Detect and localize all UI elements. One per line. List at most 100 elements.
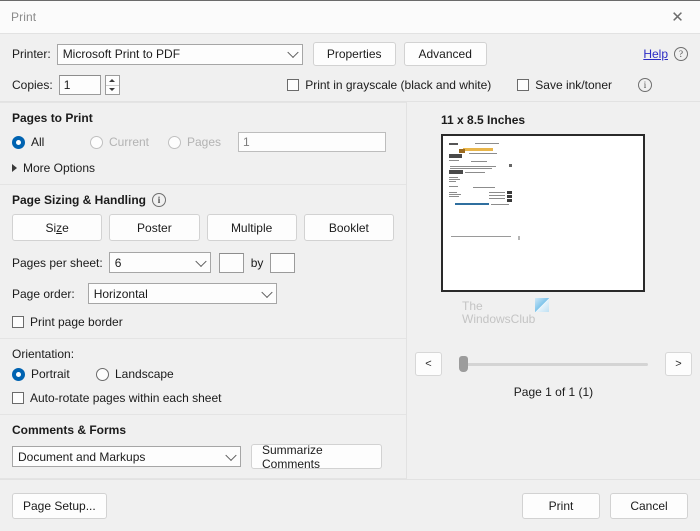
copies-stepper-down[interactable]	[106, 85, 119, 95]
chevron-right-icon	[12, 164, 17, 172]
radio-pages[interactable]: Pages	[168, 135, 238, 149]
thumbnail-footer-line	[451, 236, 511, 237]
page-sizing-info-icon[interactable]: i	[152, 193, 166, 207]
orientation-options: Portrait Landscape	[12, 367, 394, 381]
page-count-label: Page 1 of 1 (1)	[407, 385, 700, 399]
radio-current-label: Current	[109, 135, 149, 149]
page-preview[interactable]	[441, 134, 645, 292]
size-button[interactable]: Size	[12, 214, 102, 241]
document-thumbnail	[449, 141, 515, 203]
pages-per-sheet-row: Pages per sheet: 6 by	[12, 252, 394, 273]
cancel-button[interactable]: Cancel	[610, 493, 688, 519]
saveink-label: Save ink/toner	[535, 78, 612, 92]
custom-cols-input[interactable]	[219, 253, 244, 273]
preview-nav: < >	[407, 352, 700, 376]
page-order-value: Horizontal	[94, 287, 148, 301]
grayscale-checkbox[interactable]: Print in grayscale (black and white)	[287, 78, 491, 92]
radio-current-dot	[90, 136, 103, 149]
printer-section: Printer: Microsoft Print to PDF Properti…	[0, 33, 700, 101]
autorotate-row: Auto-rotate pages within each sheet	[12, 391, 394, 405]
autorotate-checkbox[interactable]: Auto-rotate pages within each sheet	[12, 391, 221, 405]
radio-portrait-label: Portrait	[31, 367, 70, 381]
dialog-body: Printer: Microsoft Print to PDF Properti…	[0, 33, 700, 531]
title-bar: Print ✕	[0, 1, 700, 33]
watermark-line-2: WindowsClub	[462, 312, 535, 326]
print-border-label: Print page border	[30, 315, 123, 329]
grayscale-label: Print in grayscale (black and white)	[305, 78, 491, 92]
help-link[interactable]: Help	[643, 47, 668, 61]
chevron-down-icon	[225, 449, 236, 460]
advanced-button[interactable]: Advanced	[404, 42, 487, 66]
pages-to-print-options: All Current Pages	[12, 132, 394, 152]
copies-input[interactable]	[59, 75, 101, 95]
next-page-button[interactable]: >	[665, 352, 692, 376]
thumbnail-footer-mark	[518, 236, 520, 240]
page-sizing-title-text: Page Sizing & Handling	[12, 193, 146, 207]
copies-stepper[interactable]	[105, 75, 120, 95]
pages-to-print-group: Pages to Print All Current Pages	[0, 102, 406, 185]
print-border-checkbox[interactable]: Print page border	[12, 315, 123, 329]
radio-portrait[interactable]: Portrait	[12, 367, 96, 381]
saveink-checkbox[interactable]: Save ink/toner	[517, 78, 612, 92]
radio-landscape[interactable]: Landscape	[96, 367, 174, 381]
preview-slider-track	[459, 363, 648, 366]
radio-landscape-label: Landscape	[115, 367, 174, 381]
pages-per-sheet-value: 6	[115, 256, 122, 270]
summarize-comments-button[interactable]: Summarize Comments	[251, 444, 382, 469]
radio-all-dot	[12, 136, 25, 149]
pages-per-sheet-select[interactable]: 6	[109, 252, 211, 273]
multiple-button[interactable]: Multiple	[207, 214, 297, 241]
print-border-row: Print page border	[12, 315, 394, 329]
orientation-group: Orientation: Portrait Landscape	[0, 339, 406, 415]
copies-label: Copies:	[12, 78, 53, 92]
close-icon[interactable]: ✕	[655, 1, 700, 33]
help-icon[interactable]: ?	[674, 47, 688, 61]
chevron-down-icon	[261, 286, 272, 297]
properties-button[interactable]: Properties	[313, 42, 396, 66]
page-sizing-group: Page Sizing & Handling i Size Poster Mul…	[0, 185, 406, 339]
custom-rows-input[interactable]	[270, 253, 295, 273]
settings-pane: Pages to Print All Current Pages	[0, 102, 406, 479]
autorotate-checkbox-box	[12, 392, 24, 404]
window-title: Print	[0, 10, 36, 24]
watermark-logo-icon	[535, 298, 549, 312]
comments-forms-value: Document and Markups	[18, 450, 145, 464]
prev-page-button[interactable]: <	[415, 352, 442, 376]
orientation-title: Orientation:	[12, 347, 394, 361]
copies-row: Copies: Print in grayscale (black and wh…	[12, 75, 688, 95]
printer-select[interactable]: Microsoft Print to PDF	[57, 44, 303, 65]
radio-pages-label: Pages	[187, 135, 221, 149]
pages-to-print-title: Pages to Print	[12, 111, 394, 125]
copies-stepper-up[interactable]	[106, 76, 119, 85]
radio-all[interactable]: All	[12, 135, 90, 149]
print-button[interactable]: Print	[522, 493, 600, 519]
comments-forms-select[interactable]: Document and Markups	[12, 446, 241, 467]
booklet-button[interactable]: Booklet	[304, 214, 394, 241]
autorotate-label: Auto-rotate pages within each sheet	[30, 391, 221, 405]
page-sizing-title: Page Sizing & Handling i	[12, 193, 394, 207]
comments-forms-group: Comments & Forms Document and Markups Su…	[0, 415, 406, 479]
pages-per-sheet-label: Pages per sheet:	[12, 256, 103, 270]
panes: Pages to Print All Current Pages	[0, 101, 700, 479]
radio-all-label: All	[31, 135, 44, 149]
page-order-select[interactable]: Horizontal	[88, 283, 277, 304]
saveink-info-icon[interactable]: i	[638, 78, 652, 92]
comments-forms-row: Document and Markups Summarize Comments	[12, 444, 394, 469]
grayscale-checkbox-box	[287, 79, 299, 91]
page-order-row: Page order: Horizontal	[12, 283, 394, 304]
saveink-checkbox-box	[517, 79, 529, 91]
radio-current[interactable]: Current	[90, 135, 168, 149]
print-dialog: Print ✕ Printer: Microsoft Print to PDF …	[0, 0, 700, 530]
radio-pages-dot	[168, 136, 181, 149]
page-setup-button[interactable]: Page Setup...	[12, 493, 107, 519]
more-options-toggle[interactable]: More Options	[12, 161, 95, 175]
pages-range-input[interactable]	[238, 132, 386, 152]
poster-button[interactable]: Poster	[109, 214, 199, 241]
preview-slider-handle[interactable]	[459, 356, 468, 372]
by-label: by	[251, 256, 264, 270]
comments-forms-title: Comments & Forms	[12, 423, 394, 437]
watermark-line-1: The	[462, 299, 483, 313]
printer-label: Printer:	[12, 47, 51, 61]
page-order-label: Page order:	[12, 287, 75, 301]
preview-slider[interactable]	[459, 356, 648, 372]
